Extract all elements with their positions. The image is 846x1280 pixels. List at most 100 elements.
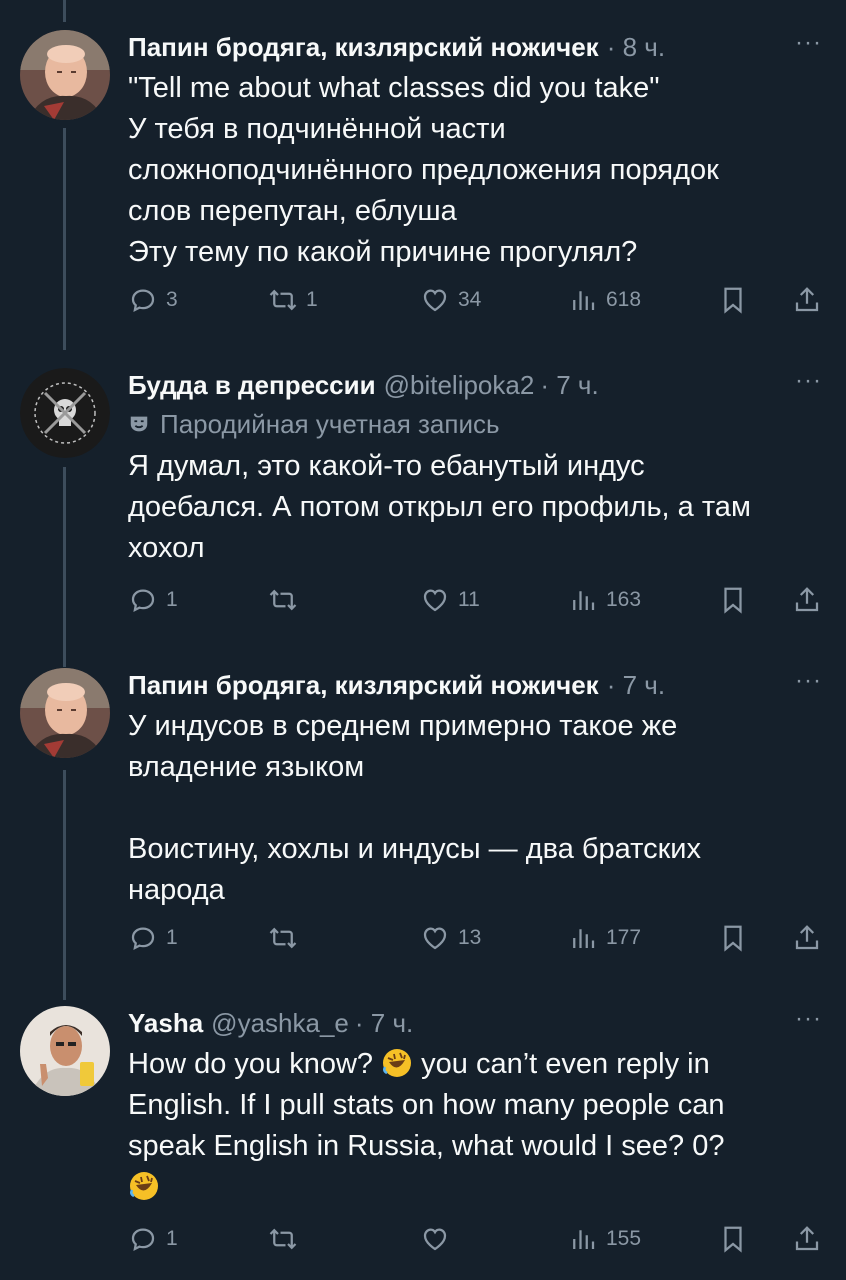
like-button[interactable] (420, 1219, 458, 1259)
reply-count: 1 (166, 1227, 178, 1250)
views-button[interactable]: 155 (568, 1219, 641, 1259)
bookmark-button[interactable] (718, 280, 748, 320)
bookmark-icon (724, 925, 742, 952)
action-bar: 3 1 34 618 (128, 280, 822, 320)
more-options-icon[interactable]: ··· (795, 368, 822, 394)
reply-count: 3 (166, 288, 178, 311)
author-name[interactable]: Будда в депрессии (128, 370, 376, 401)
reply-icon (131, 589, 155, 613)
reply-button[interactable]: 1 (128, 1219, 178, 1259)
like-icon (423, 589, 447, 612)
avatar[interactable] (20, 30, 110, 120)
retweet-icon (269, 927, 297, 949)
share-button[interactable] (792, 280, 822, 320)
like-button[interactable]: 11 (420, 580, 480, 620)
share-icon (795, 287, 819, 312)
views-count: 177 (606, 926, 642, 949)
retweet-icon (269, 589, 297, 611)
views-icon (573, 291, 595, 310)
tweet-text: У индусов в среднем примерно такое же вл… (128, 710, 701, 906)
like-icon (423, 1228, 447, 1251)
rofl-emoji (130, 1172, 158, 1200)
reply-button[interactable]: 3 (128, 280, 178, 320)
views-count: 155 (606, 1227, 642, 1250)
reply-icon (131, 289, 155, 313)
bookmark-button[interactable] (718, 580, 748, 620)
tweet-body: Папин бродяга, кизлярский ножичек · 8 ч.… (128, 30, 822, 273)
author-name[interactable]: Yasha (128, 1008, 203, 1039)
avatar[interactable] (20, 368, 110, 458)
thread-line-1 (63, 128, 66, 350)
retweet-button[interactable] (268, 580, 306, 620)
timestamp[interactable]: · 7 ч. (607, 670, 665, 701)
tweet-body: Папин бродяга, кизлярский ножичек · 7 ч.… (128, 668, 822, 911)
views-button[interactable]: 163 (568, 580, 641, 620)
views-icon (573, 591, 595, 610)
views-count: 618 (606, 288, 642, 311)
share-icon (795, 587, 819, 612)
like-icon (423, 289, 447, 312)
views-button[interactable]: 177 (568, 918, 641, 958)
tweet-header: Папин бродяга, кизлярский ножичек · 8 ч. (128, 30, 822, 64)
timestamp[interactable]: · 8 ч. (607, 32, 665, 63)
retweet-count: 1 (306, 288, 318, 311)
action-bar: 1 155 (128, 1219, 822, 1259)
like-count: 13 (458, 926, 482, 949)
bookmark-icon (724, 1226, 742, 1253)
reply-button[interactable]: 1 (128, 918, 178, 958)
timestamp[interactable]: · 7 ч. (355, 1008, 413, 1039)
like-count: 34 (458, 288, 482, 311)
author-name[interactable]: Папин бродяга, кизлярский ножичек (128, 670, 599, 701)
views-icon (573, 1230, 595, 1249)
thread-line-3 (63, 770, 66, 1000)
rofl-emoji (383, 1049, 412, 1077)
bookmark-icon (724, 587, 742, 614)
tweet-text: "Tell me about what classes did you take… (128, 72, 719, 268)
parody-badge: Пародийная учетная запись (128, 406, 822, 442)
more-options-icon[interactable]: ··· (795, 30, 822, 56)
retweet-icon (269, 1228, 297, 1250)
like-icon (423, 927, 447, 950)
avatar[interactable] (20, 668, 110, 758)
timestamp[interactable]: · 7 ч. (540, 370, 598, 401)
tweet-text-part-1: How do you know? (128, 1048, 382, 1080)
thread-line-top (63, 0, 66, 22)
more-options-icon[interactable]: ··· (795, 1006, 822, 1032)
tweet-body: Yasha @yashka_e · 7 ч. ··· How do you kn… (128, 1006, 822, 1208)
share-button[interactable] (792, 1219, 822, 1259)
views-button[interactable]: 618 (568, 280, 641, 320)
parody-mask-icon (130, 416, 148, 432)
thread-line-2 (63, 467, 66, 667)
like-button[interactable]: 13 (420, 918, 481, 958)
action-bar: 1 13 177 (128, 918, 822, 958)
action-bar: 1 11 163 (128, 580, 822, 620)
retweet-button[interactable] (268, 918, 306, 958)
retweet-button[interactable] (268, 1219, 306, 1259)
like-button[interactable]: 34 (420, 280, 481, 320)
avatar[interactable] (20, 1006, 110, 1096)
share-button[interactable] (792, 918, 822, 958)
share-icon (795, 1226, 819, 1251)
tweet-header: Папин бродяга, кизлярский ножичек · 7 ч. (128, 668, 822, 702)
views-icon (573, 929, 595, 948)
reply-count: 1 (166, 588, 178, 611)
author-handle[interactable]: @bitelipoka2 (384, 370, 535, 401)
tweet-text: How do you know? you can’t even reply in… (128, 1044, 822, 1208)
retweet-button[interactable]: 1 (268, 280, 318, 320)
tweet-header: Yasha @yashka_e · 7 ч. (128, 1006, 822, 1040)
share-button[interactable] (792, 580, 822, 620)
tweet-text: Я думал, это какой-то ебанутый индус дое… (128, 450, 751, 564)
reply-count: 1 (166, 926, 178, 949)
like-count: 11 (458, 588, 480, 611)
reply-icon (131, 1228, 155, 1252)
author-name[interactable]: Папин бродяга, кизлярский ножичек (128, 32, 599, 63)
tweet-header: Будда в депрессии @bitelipoka2 · 7 ч. (128, 368, 822, 402)
parody-label: Пародийная учетная запись (160, 408, 500, 439)
reply-button[interactable]: 1 (128, 580, 178, 620)
bookmark-button[interactable] (718, 918, 748, 958)
author-handle[interactable]: @yashka_e (211, 1008, 349, 1039)
bookmark-button[interactable] (718, 1219, 748, 1259)
views-count: 163 (606, 588, 642, 611)
share-icon (795, 925, 819, 950)
more-options-icon[interactable]: ··· (795, 668, 822, 694)
